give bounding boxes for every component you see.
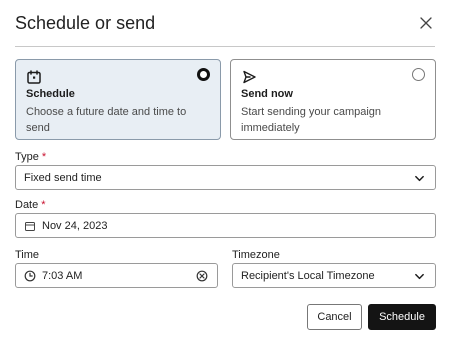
calendar-icon [27, 70, 41, 84]
option-card-send-now[interactable]: Send now Start sending your campaign imm… [230, 59, 436, 140]
date-label-text: Date [15, 199, 39, 211]
radio-schedule[interactable] [197, 68, 210, 81]
time-input-value: 7:03 AM [42, 270, 83, 282]
time-input[interactable]: 7:03 AM [15, 263, 218, 288]
date-label: Date * [15, 199, 46, 211]
dialog-header: Schedule or send [15, 12, 435, 38]
clock-icon [24, 270, 36, 282]
close-icon[interactable] [418, 15, 434, 31]
option-title-send-now: Send now [241, 88, 293, 100]
schedule-button[interactable]: Schedule [368, 304, 436, 330]
header-divider [15, 46, 435, 47]
send-icon [243, 70, 256, 84]
chevron-down-icon [415, 175, 424, 182]
type-select-value: Fixed send time [24, 172, 102, 184]
radio-send-now[interactable] [412, 68, 425, 81]
type-select[interactable]: Fixed send time [15, 165, 436, 190]
clear-icon[interactable] [196, 270, 208, 282]
option-description-schedule: Choose a future date and time to send [26, 106, 187, 134]
cancel-button[interactable]: Cancel [307, 304, 362, 330]
date-input-value: Nov 24, 2023 [42, 220, 108, 232]
type-label: Type * [15, 151, 46, 163]
dialog-title: Schedule or send [15, 13, 156, 33]
date-input[interactable]: Nov 24, 2023 [15, 213, 436, 238]
timezone-select[interactable]: Recipient's Local Timezone [232, 263, 436, 288]
schedule-dialog: Schedule or send Schedule Choose a futur… [0, 0, 450, 343]
timezone-label: Timezone [232, 249, 280, 261]
required-mark: * [41, 199, 46, 211]
chevron-down-icon [415, 273, 424, 280]
option-title-schedule: Schedule [26, 88, 75, 100]
time-label: Time [15, 249, 40, 261]
required-mark: * [41, 151, 47, 163]
timezone-select-value: Recipient's Local Timezone [241, 270, 375, 282]
option-description-send-now: Start sending your campaign immediately [241, 106, 382, 134]
option-card-schedule[interactable]: Schedule Choose a future date and time t… [15, 59, 221, 140]
type-label-text: Type [15, 151, 39, 163]
calendar-small-icon [25, 222, 35, 231]
